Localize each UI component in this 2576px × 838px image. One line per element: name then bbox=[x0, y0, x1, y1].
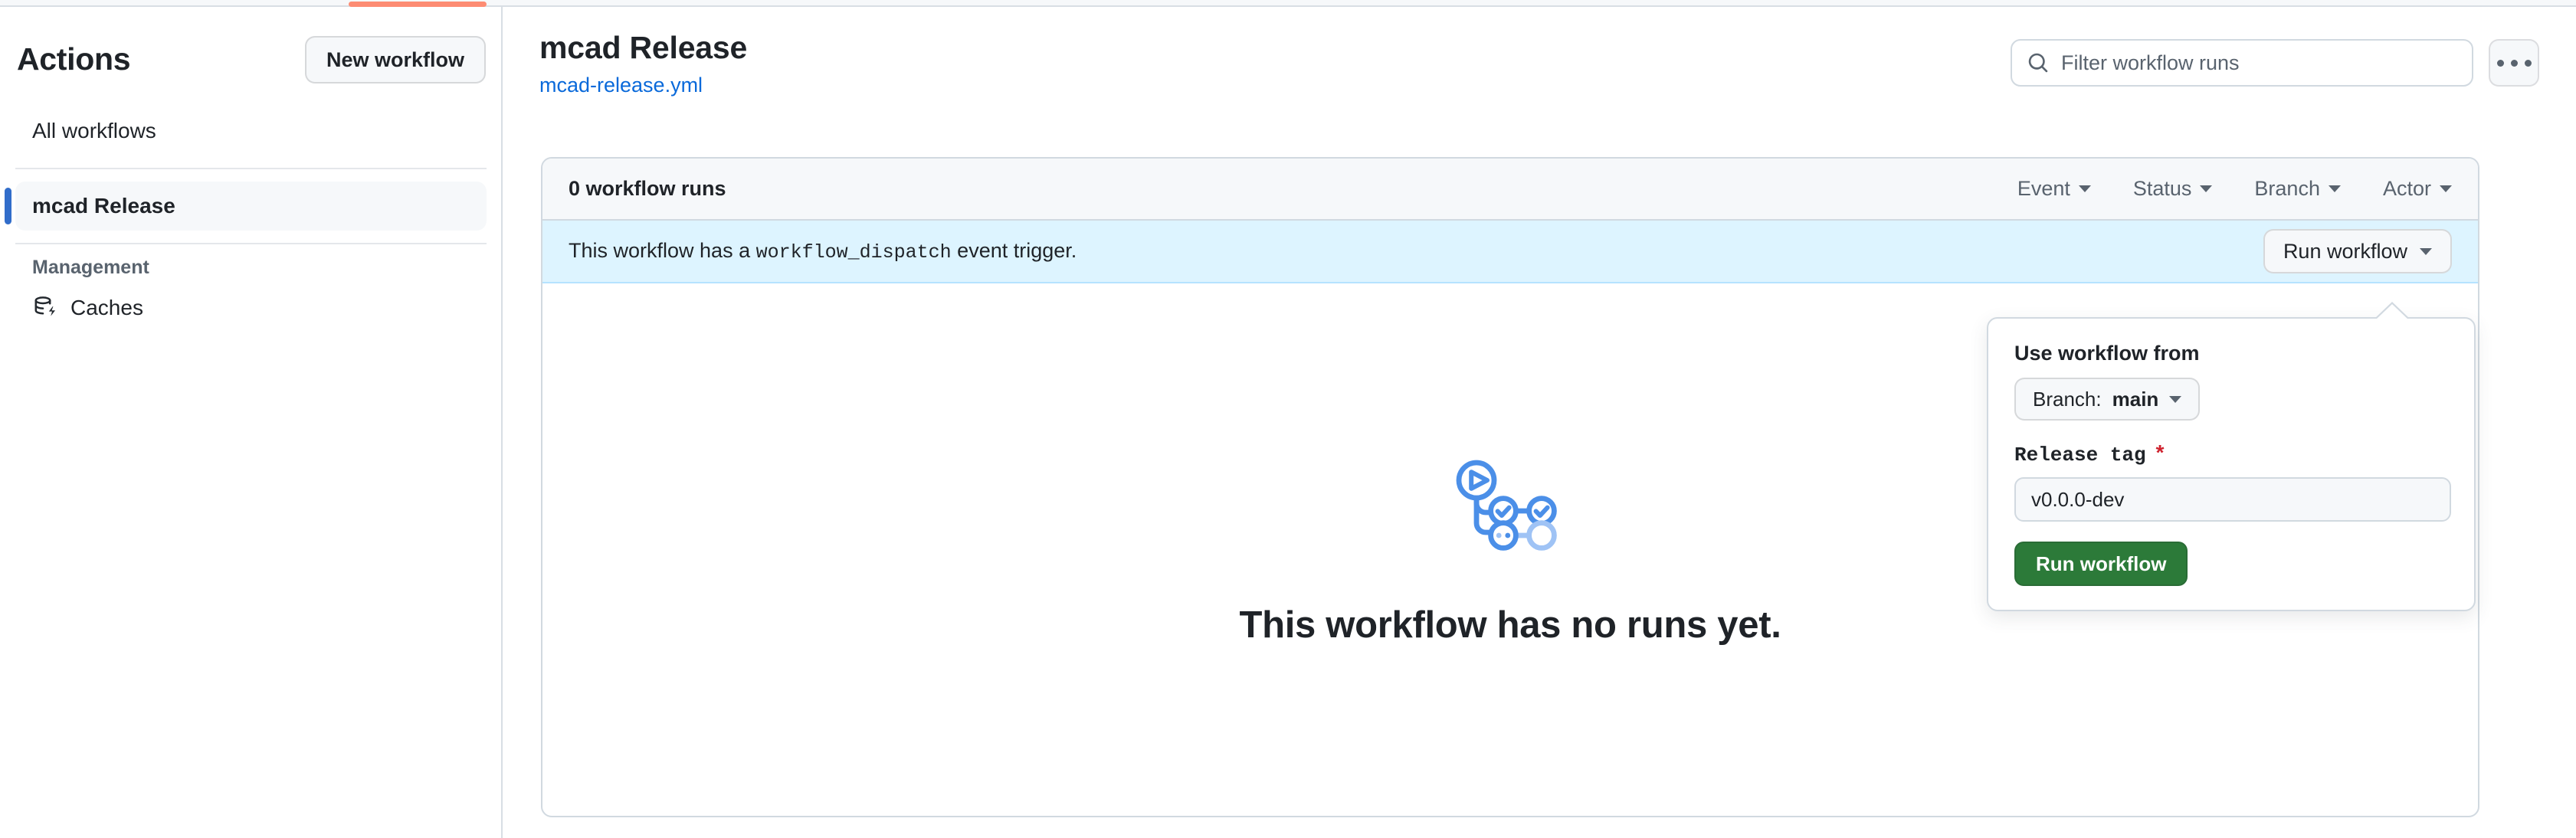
filter-event-label: Event bbox=[2017, 177, 2070, 201]
new-workflow-button[interactable]: New workflow bbox=[305, 36, 486, 83]
run-workflow-submit-button[interactable]: Run workflow bbox=[2014, 542, 2188, 586]
use-workflow-from-label: Use workflow from bbox=[2014, 342, 2448, 365]
run-workflow-dropdown-label: Run workflow bbox=[2283, 240, 2407, 264]
workflow-dispatch-message: This workflow has a workflow_dispatch ev… bbox=[569, 239, 1077, 264]
filter-status[interactable]: Status bbox=[2133, 177, 2213, 201]
chevron-down-icon bbox=[2200, 185, 2212, 192]
branch-prefix-label: Branch: bbox=[2033, 388, 2102, 411]
dispatch-event-code: workflow_dispatch bbox=[756, 241, 952, 264]
branch-select-button[interactable]: Branch: main bbox=[2014, 378, 2200, 421]
sidebar-divider-1 bbox=[15, 168, 487, 169]
workflow-runs-filters: Event Status Branch Actor bbox=[2017, 177, 2452, 201]
sidebar-section-management: Management bbox=[0, 257, 502, 279]
popover-caret-inner bbox=[2376, 304, 2408, 319]
cache-database-icon bbox=[32, 294, 60, 322]
branch-value: main bbox=[2112, 388, 2159, 411]
chevron-down-icon bbox=[2329, 185, 2341, 192]
page-root: Actions New workflow All workflows mcad … bbox=[0, 0, 2576, 838]
filter-branch-label: Branch bbox=[2254, 177, 2320, 201]
workflow-header: mcad Release mcad-release.yml bbox=[539, 30, 2539, 114]
sidebar-nav: All workflows mcad Release Management bbox=[0, 106, 502, 332]
dispatch-text-before: This workflow has a bbox=[569, 239, 750, 262]
run-workflow-dropdown-button[interactable]: Run workflow bbox=[2263, 229, 2452, 273]
release-tag-input[interactable] bbox=[2014, 477, 2451, 522]
release-tag-label: Release tag bbox=[2014, 444, 2146, 466]
sidebar: Actions New workflow All workflows mcad … bbox=[0, 7, 502, 838]
workflow-file-link[interactable]: mcad-release.yml bbox=[539, 74, 703, 97]
release-tag-label-row: Release tag * bbox=[2014, 444, 2448, 466]
filter-event[interactable]: Event bbox=[2017, 177, 2091, 201]
sidebar-item-caches[interactable]: Caches bbox=[15, 283, 487, 332]
workflow-graph-illustration bbox=[1434, 453, 1587, 571]
run-workflow-form: Use workflow from Branch: main Release t… bbox=[1988, 319, 2474, 586]
chevron-down-icon bbox=[2420, 248, 2432, 255]
sidebar-item-all-workflows[interactable]: All workflows bbox=[15, 106, 487, 155]
filter-status-label: Status bbox=[2133, 177, 2192, 201]
workflow-dispatch-banner: This workflow has a workflow_dispatch ev… bbox=[542, 221, 2478, 283]
active-tab-underline bbox=[349, 2, 487, 7]
chevron-down-icon bbox=[2079, 185, 2091, 192]
workflow-runs-count: 0 workflow runs bbox=[569, 177, 726, 201]
chevron-down-icon bbox=[2440, 185, 2452, 192]
filter-workflow-runs-box[interactable] bbox=[2011, 39, 2473, 87]
filter-branch[interactable]: Branch bbox=[2254, 177, 2341, 201]
filter-actor-label: Actor bbox=[2383, 177, 2431, 201]
empty-state-title: This workflow has no runs yet. bbox=[1239, 604, 1781, 647]
more-options-button[interactable] bbox=[2489, 39, 2539, 87]
kebab-dot bbox=[2525, 60, 2532, 67]
kebab-dot bbox=[2497, 60, 2504, 67]
sidebar-item-mcad-release[interactable]: mcad Release bbox=[15, 182, 487, 231]
sidebar-item-label: mcad Release bbox=[32, 194, 175, 218]
filter-actor[interactable]: Actor bbox=[2383, 177, 2452, 201]
page-title: Actions bbox=[17, 42, 130, 77]
sidebar-item-label: All workflows bbox=[32, 119, 156, 143]
search-icon bbox=[2027, 52, 2049, 74]
dispatch-text-after: event trigger. bbox=[957, 239, 1077, 262]
sidebar-divider-2 bbox=[15, 243, 487, 244]
sidebar-item-label: Caches bbox=[70, 296, 143, 320]
required-marker: * bbox=[2154, 445, 2167, 466]
chevron-down-icon bbox=[2169, 396, 2181, 403]
header-actions bbox=[2011, 39, 2539, 87]
search-input[interactable] bbox=[2061, 51, 2456, 75]
kebab-dot bbox=[2511, 60, 2518, 67]
run-workflow-popover: Use workflow from Branch: main Release t… bbox=[1987, 317, 2476, 611]
sidebar-header: Actions New workflow bbox=[17, 36, 486, 83]
workflow-runs-toolbar: 0 workflow runs Event Status Branch Acto… bbox=[542, 159, 2478, 221]
